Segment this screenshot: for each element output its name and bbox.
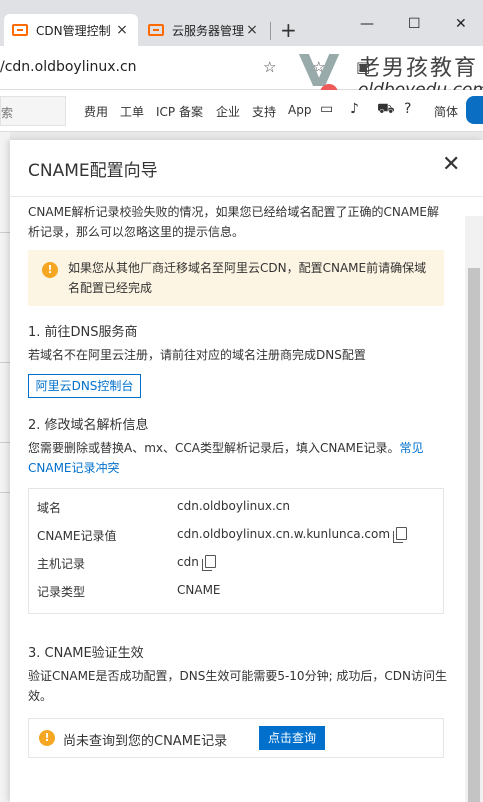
cart-icon[interactable]: ⛟ <box>377 101 395 119</box>
tab-cdn[interactable]: CDN管理控制 × <box>4 14 138 46</box>
tab-label: CDN管理控制 <box>36 23 111 38</box>
info-row-type: 记录类型 CNAME <box>37 583 437 603</box>
favorite-star-icon[interactable]: ☆ <box>263 58 276 76</box>
warning-icon: ! <box>42 262 58 278</box>
notice-text: 如果您从其他厂商迁移域名至阿里云CDN，配置CNAME前请确保域名配置已经完成 <box>68 261 427 295</box>
url-text[interactable]: /cdn.oldboylinux.cn <box>0 59 137 75</box>
info-row-cname: CNAME记录值 cdn.oldboylinux.cn.w.kunlunca.c… <box>37 527 437 547</box>
info-key: CNAME记录值 <box>37 529 117 543</box>
aliyun-favicon-icon <box>12 24 28 36</box>
step1-title: 1. 前往DNS服务商 <box>28 325 138 340</box>
step2-desc: 您需要删除或替换A、mx、CCA类型解析记录后，填入CNAME记录。常见CNAM… <box>28 438 448 478</box>
dns-record-info: 域名 cdn.oldboylinux.cn CNAME记录值 cdn.oldbo… <box>28 488 444 614</box>
tab-ecs[interactable]: 云服务器管理 × <box>140 14 268 46</box>
tab-separator <box>270 22 271 40</box>
cname-query-box: ! 尚未查询到您的CNAME记录 点击查询 <box>28 718 444 758</box>
window-close-button[interactable]: ✕ <box>455 16 467 32</box>
site-nav: 索 费用 工单 ICP 备案 企业 支持 App ▭ ♪ ⛟ ? 简体 <box>0 90 483 132</box>
step2-desc-text: 您需要删除或替换A、mx、CCA类型解析记录后，填入CNAME记录。 <box>28 441 400 455</box>
dns-console-button[interactable]: 阿里云DNS控制台 <box>28 374 141 398</box>
warning-notice: ! 如果您从其他厂商迁移域名至阿里云CDN，配置CNAME前请确保域名配置已经完… <box>28 250 444 306</box>
query-button[interactable]: 点击查询 <box>259 726 325 750</box>
aliyun-favicon-icon <box>148 24 164 36</box>
step1-desc: 若域名不在阿里云注册，请前往对应的域名注册商完成DNS配置 <box>28 348 366 362</box>
help-icon[interactable]: ? <box>404 101 411 117</box>
watermark-title: 老男孩教育 <box>358 56 479 81</box>
search-input[interactable]: 索 <box>0 96 66 126</box>
info-value-wrap: cdn.oldboylinux.cn.w.kunlunca.com <box>177 527 408 543</box>
divider <box>0 492 10 493</box>
cname-wizard-drawer: CNAME配置向导 ✕ CNAME解析记录校验失败的情况，如果您已经给域名配置了… <box>10 140 483 802</box>
divider <box>0 232 10 233</box>
maximize-button[interactable]: ☐ <box>408 16 421 32</box>
background-page <box>0 132 10 802</box>
step3-desc: 验证CNAME是否成功配置，DNS生效可能需要5-10分钟; 成功后，CDN访问… <box>28 669 448 703</box>
warning-icon: ! <box>39 730 55 746</box>
nav-ticket[interactable]: 工单 <box>120 103 144 120</box>
copy-icon[interactable] <box>393 527 408 543</box>
new-tab-button[interactable]: + <box>280 18 297 42</box>
nav-icp[interactable]: ICP 备案 <box>156 103 203 120</box>
divider <box>0 362 10 363</box>
nav-support[interactable]: 支持 <box>252 103 276 120</box>
info-value-wrap: cdn <box>177 555 216 571</box>
nav-enterprise[interactable]: 企业 <box>216 103 240 120</box>
tab-close-icon[interactable]: × <box>114 22 130 38</box>
scrollbar-thumb[interactable] <box>468 268 480 802</box>
info-key: 域名 <box>37 501 62 515</box>
tab-label: 云服务器管理 <box>172 23 244 38</box>
nav-billing[interactable]: 费用 <box>84 103 108 120</box>
minimize-button[interactable]: — <box>360 16 374 32</box>
info-key: 主机记录 <box>37 557 86 571</box>
bell-icon[interactable]: ♪ <box>350 101 359 117</box>
info-value: cdn <box>177 555 199 569</box>
info-value: cdn.oldboylinux.cn.w.kunlunca.com <box>177 527 391 541</box>
info-value: cdn.oldboylinux.cn <box>177 499 290 513</box>
language-switch[interactable]: 简体 <box>434 103 458 120</box>
scrollbar[interactable] <box>465 216 483 802</box>
nav-app[interactable]: App <box>288 103 311 117</box>
info-key: 记录类型 <box>37 585 86 599</box>
avatar[interactable] <box>466 96 483 124</box>
divider <box>10 196 483 197</box>
close-icon[interactable]: ✕ <box>442 152 460 177</box>
terminal-icon[interactable]: ▭ <box>320 101 333 117</box>
info-row-domain: 域名 cdn.oldboylinux.cn <box>37 499 437 519</box>
drawer-title: CNAME配置向导 <box>28 161 158 181</box>
divider <box>0 442 10 443</box>
copy-icon[interactable] <box>201 555 216 571</box>
query-status-text: 尚未查询到您的CNAME记录 <box>63 734 228 749</box>
browser-tabstrip: CDN管理控制 × 云服务器管理 × + — ☐ ✕ <box>0 0 483 46</box>
info-value: CNAME <box>177 583 221 597</box>
info-row-host: 主机记录 cdn <box>37 555 437 575</box>
step2-title: 2. 修改域名解析信息 <box>28 418 149 433</box>
step3-title: 3. CNAME验证生效 <box>28 646 144 661</box>
tab-close-icon[interactable]: × <box>244 22 260 38</box>
intro-text: CNAME解析记录校验失败的情况，如果您已经给域名配置了正确的CNAME解析记录… <box>28 205 440 239</box>
